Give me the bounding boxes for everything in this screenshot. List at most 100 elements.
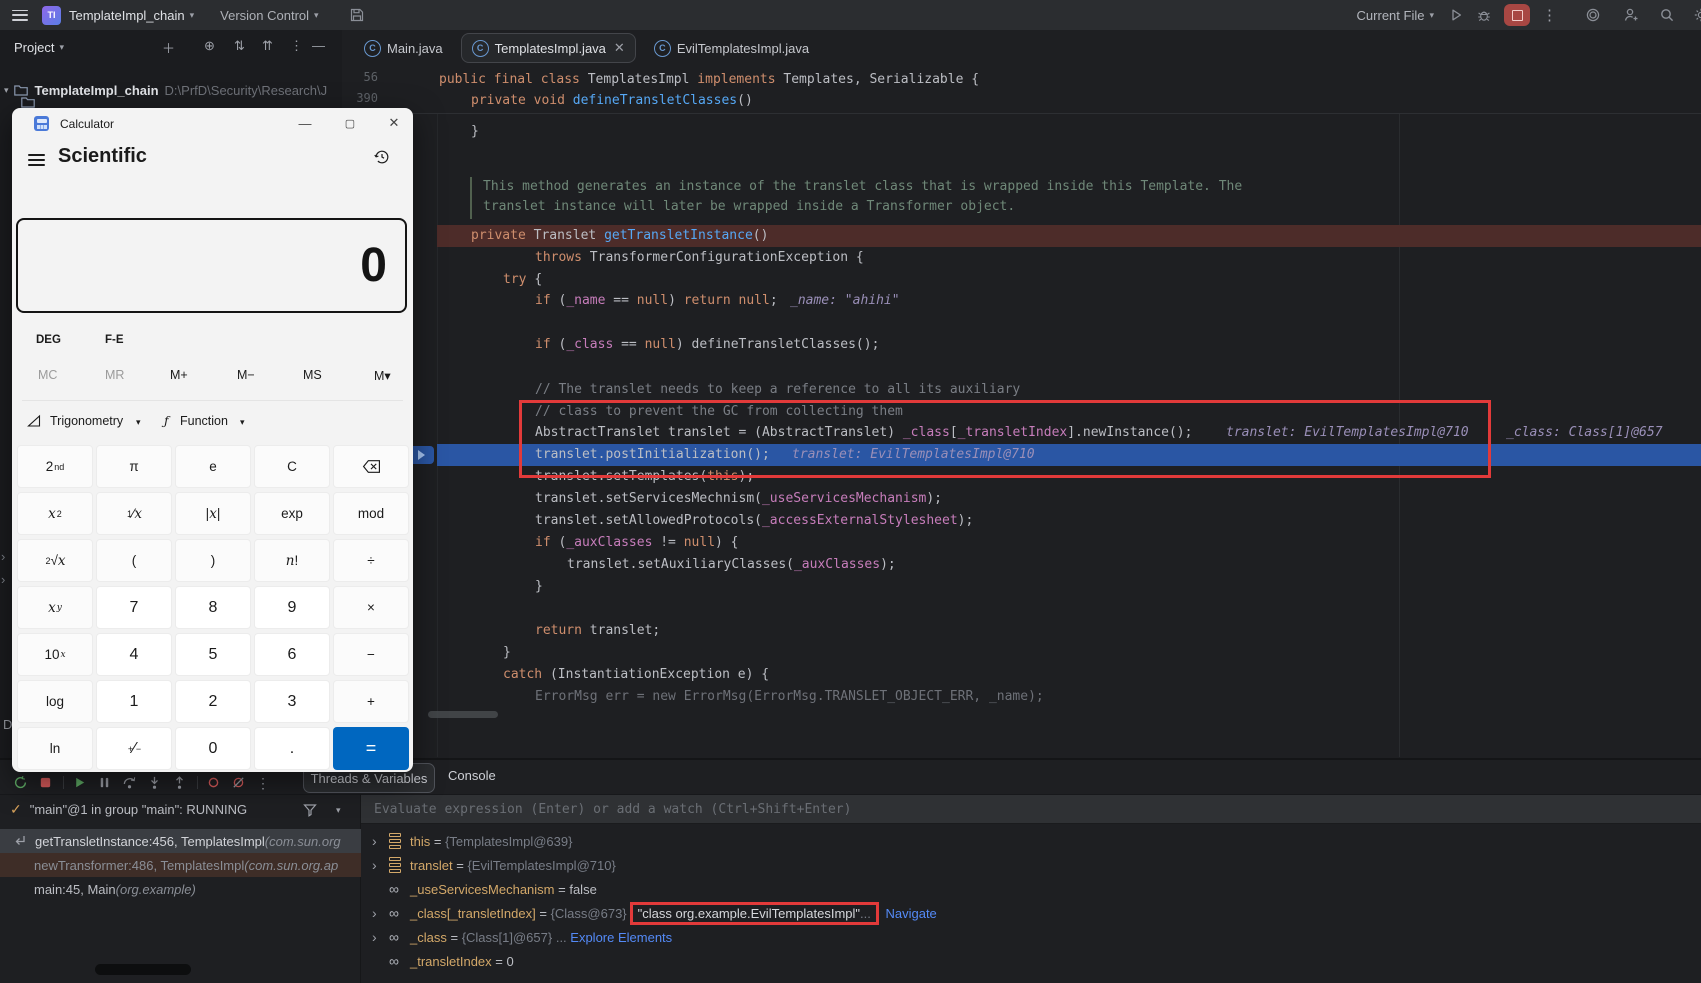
code-line[interactable]: } [535, 577, 543, 597]
calculator-key-1[interactable]: 1 [96, 680, 172, 723]
code-line[interactable]: if (_auxClasses != null) { [535, 533, 739, 553]
rerun-icon[interactable] [13, 775, 28, 790]
locate-file-icon[interactable]: ⊕ [204, 38, 215, 54]
save-icon[interactable] [349, 7, 365, 23]
code-viewport[interactable]: } This method generates an instance of th… [342, 30, 1701, 757]
debug-icon[interactable] [1476, 7, 1492, 23]
resume-icon[interactable] [72, 775, 87, 790]
variable-row[interactable]: › ∞ _class = {Class[1]@657} ... Explore El… [372, 925, 672, 949]
calculator-key-+[interactable]: + [333, 680, 409, 723]
calculator-key-x-2[interactable]: x2 [17, 492, 93, 535]
calculator-key-e[interactable]: e [175, 445, 251, 488]
calculator-key-+-⁄-−[interactable]: + ⁄ − [96, 727, 172, 770]
variable-link[interactable]: Navigate [882, 906, 936, 921]
more-icon[interactable]: ⋮ [256, 775, 271, 791]
more-icon[interactable]: ⋮ [1542, 6, 1557, 24]
more-icon[interactable]: ⋮ [290, 38, 303, 54]
expand-chevron-icon[interactable]: › [372, 833, 389, 849]
calculator-key-C[interactable]: C [254, 445, 330, 488]
backspace-key[interactable] [333, 445, 409, 488]
project-menu[interactable]: TemplateImpl_chain ▾ [69, 8, 194, 23]
stack-frame-row[interactable]: newTransformer:486, TemplatesImpl (com.s… [0, 853, 361, 877]
stack-frame-row[interactable]: main:45, Main (org.example) [0, 877, 361, 901]
code-line[interactable]: } [471, 122, 479, 142]
trigonometry-dropdown[interactable]: Trigonometry [50, 414, 123, 428]
code-line[interactable]: if (_name == null) return null; [535, 291, 778, 311]
calculator-key-6[interactable]: 6 [254, 633, 330, 676]
step-into-icon[interactable] [147, 775, 162, 790]
calculator-key-10-x[interactable]: 10 x [17, 633, 93, 676]
chevron-down-icon[interactable]: ▾ [336, 805, 341, 816]
search-icon[interactable] [1659, 7, 1675, 23]
expand-chevron-icon[interactable]: › [372, 857, 389, 873]
calculator-key-2[interactable]: 2 [175, 680, 251, 723]
calculator-titlebar[interactable]: Calculator — ▢ ✕ [12, 108, 413, 140]
evaluate-expression-input[interactable]: Evaluate expression (Enter) or add a wat… [361, 795, 1701, 824]
sticky-code-line[interactable]: public final class TemplatesImpl impleme… [439, 70, 979, 90]
code-line[interactable]: try { [503, 270, 542, 290]
step-out-icon[interactable] [172, 775, 187, 790]
window-maximize-button[interactable]: ▢ [342, 114, 358, 132]
mute-bp-icon[interactable] [231, 775, 246, 790]
calculator-key-log[interactable]: log [17, 680, 93, 723]
calculator-key-5[interactable]: 5 [175, 633, 251, 676]
code-line[interactable]: return translet; [535, 621, 660, 641]
hide-panel-icon[interactable]: — [312, 38, 325, 53]
hamburger-menu-icon[interactable] [12, 9, 28, 21]
ai-assistant-icon[interactable] [1585, 7, 1601, 23]
code-line[interactable]: translet.setAuxiliaryClasses(_auxClasses… [567, 555, 896, 575]
memory-button-Mdrop[interactable]: M▾ [374, 368, 391, 383]
memory-button-Mplus[interactable]: M+ [170, 368, 188, 382]
code-line[interactable]: This method generates an instance of the… [483, 177, 1242, 197]
calculator-key-n-![interactable]: n! [254, 539, 330, 582]
window-minimize-button[interactable]: — [297, 114, 313, 132]
fe-toggle[interactable]: F-E [105, 334, 124, 346]
function-dropdown[interactable]: Function [180, 414, 228, 428]
variable-row[interactable]: ∞ _transletIndex = 0 [372, 949, 514, 973]
calculator-key-mod[interactable]: mod [333, 492, 409, 535]
sticky-code-line[interactable]: private void defineTransletClasses() [471, 91, 753, 111]
calculator-mode-title[interactable]: Scientific [58, 145, 147, 168]
filter-icon[interactable] [302, 802, 318, 818]
run-icon[interactable] [1448, 7, 1464, 23]
window-close-button[interactable]: ✕ [386, 114, 402, 132]
frames-scrollbar[interactable] [95, 964, 191, 975]
stop-icon[interactable] [38, 775, 53, 790]
calculator-key-×[interactable]: × [333, 586, 409, 629]
angle-unit-toggle[interactable]: DEG [36, 334, 61, 346]
memory-button-MS[interactable]: MS [303, 368, 322, 382]
calculator-key-0[interactable]: 0 [175, 727, 251, 770]
expand-chevron-icon[interactable]: › [372, 905, 389, 921]
memory-button-Mminus[interactable]: M− [237, 368, 255, 382]
variable-link[interactable]: Explore Elements [570, 930, 672, 945]
expand-chevron-icon[interactable]: › [372, 929, 389, 945]
calculator-key-7[interactable]: 7 [96, 586, 172, 629]
calculator-key-=[interactable]: = [333, 727, 409, 770]
view-bp-icon[interactable] [206, 775, 221, 790]
collapse-all-icon[interactable]: ⇈ [262, 38, 273, 54]
history-icon[interactable] [373, 148, 391, 166]
variable-row[interactable]: › translet = {EvilTemplatesImpl@710} [372, 853, 616, 877]
vcs-menu[interactable]: Version Control ▾ [220, 8, 318, 23]
code-line[interactable]: translet.setServicesMechnism(_useService… [535, 489, 942, 509]
calculator-key-|-x-|[interactable]: | x | [175, 492, 251, 535]
calculator-key-4[interactable]: 4 [96, 633, 172, 676]
stack-frame-row[interactable]: getTransletInstance:456, TemplatesImpl (… [0, 829, 361, 853]
calculator-key-([interactable]: ( [96, 539, 172, 582]
calculator-key-π[interactable]: π [96, 445, 172, 488]
calculator-key-2-nd[interactable]: 2nd [17, 445, 93, 488]
code-line[interactable]: if (_class == null) defineTransletClasse… [535, 335, 879, 355]
code-line[interactable]: } [503, 643, 511, 663]
tab-console[interactable]: Console [448, 768, 496, 783]
stop-button[interactable] [1504, 4, 1530, 26]
project-panel-title[interactable]: Project [14, 40, 54, 55]
code-line[interactable]: throws TransformerConfigurationException… [535, 248, 864, 268]
code-line[interactable]: translet instance will later be wrapped … [483, 197, 1015, 217]
project-root-node[interactable]: ▾ TemplateImpl_chain D:\PrfD\Security\Re… [0, 78, 342, 102]
calculator-key-.[interactable]: . [254, 727, 330, 770]
pause-icon[interactable] [97, 775, 112, 790]
variable-row[interactable]: ∞ _useServicesMechanism = false [372, 877, 597, 901]
code-line[interactable]: ErrorMsg err = new ErrorMsg(ErrorMsg.TRA… [535, 687, 1044, 707]
code-line[interactable]: private Translet getTransletInstance() [471, 226, 768, 246]
settings-icon[interactable] [1693, 7, 1701, 23]
